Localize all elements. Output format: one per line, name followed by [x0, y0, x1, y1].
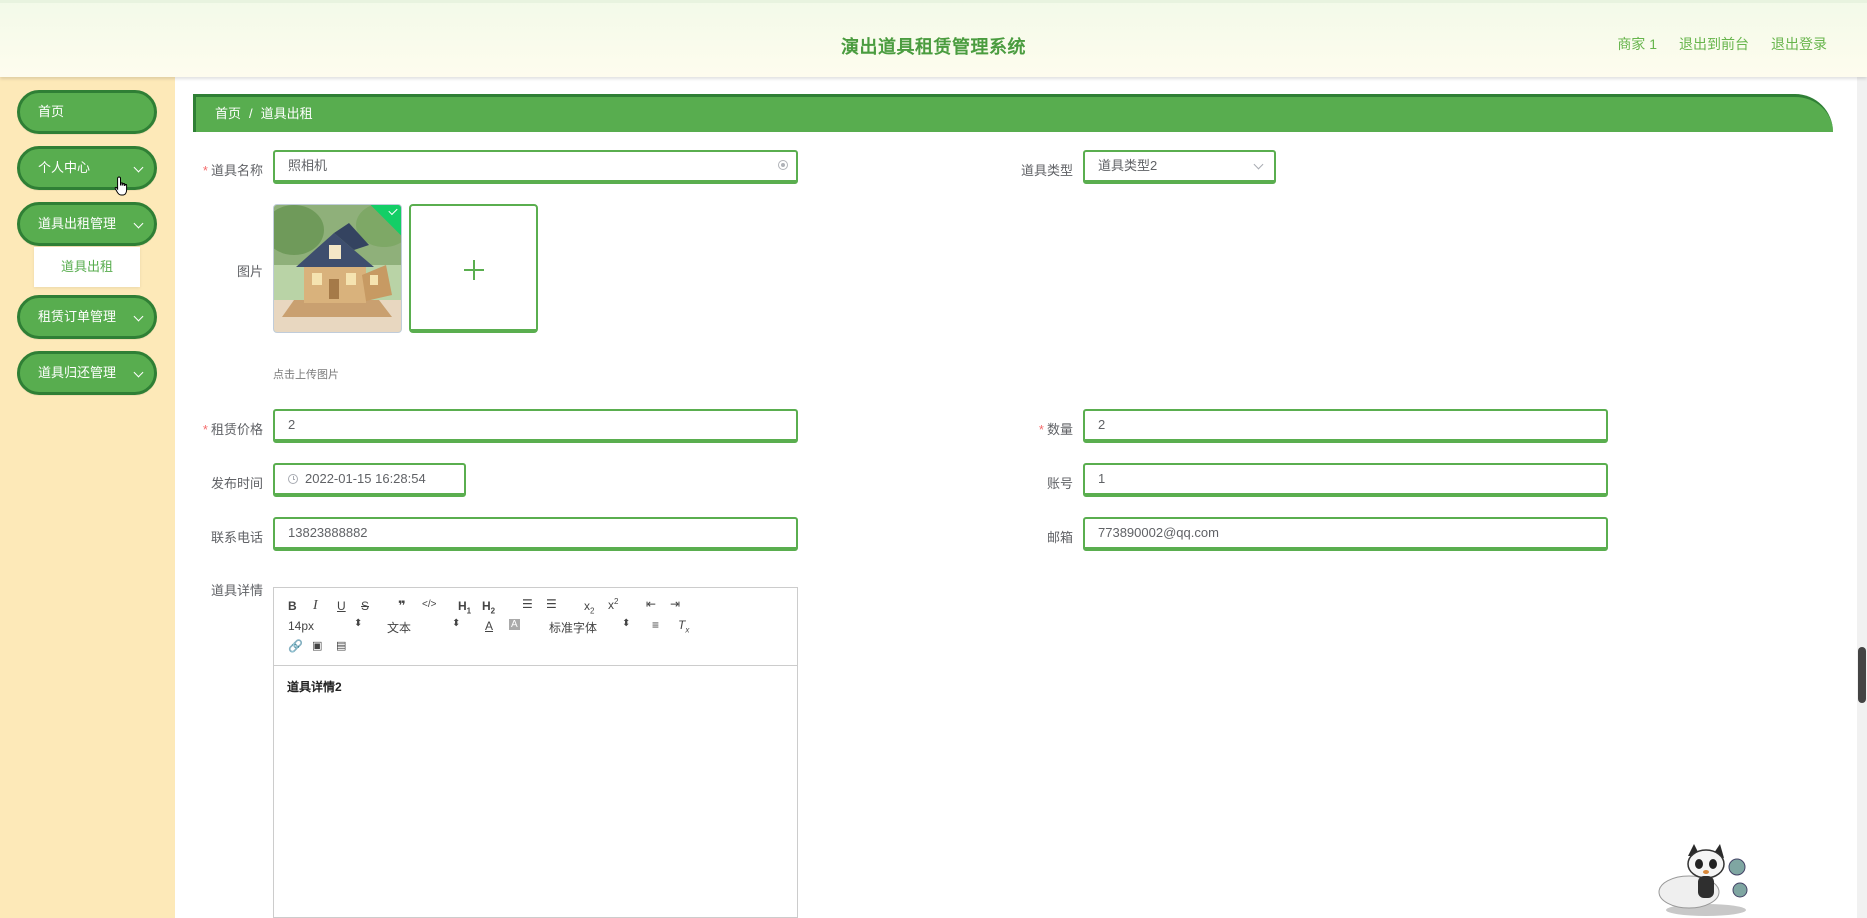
name-label: * 道具名称	[202, 163, 263, 178]
price-label: * 租赁价格	[202, 422, 263, 437]
clear-format-icon[interactable]: Tx	[678, 618, 689, 634]
align-icon[interactable]: ≡	[652, 618, 659, 632]
upload-hint: 点击上传图片	[273, 369, 339, 381]
quantity-input[interactable]	[1098, 417, 1546, 432]
back-to-front-link[interactable]: 退出到前台	[1679, 34, 1749, 54]
superscript-icon[interactable]: x2	[608, 597, 618, 612]
editor-content[interactable]: 道具详情2	[274, 666, 797, 707]
account-input[interactable]	[1098, 471, 1546, 486]
chevron-down-icon	[133, 218, 144, 229]
chevron-down-icon	[133, 162, 144, 173]
h2-icon[interactable]: H2	[482, 599, 495, 615]
prop-type-value: 道具类型2	[1098, 158, 1158, 173]
top-header: 演出道具租赁管理系统 商家 1 退出到前台 退出登录	[0, 0, 1867, 77]
background-color-icon[interactable]: A	[509, 619, 520, 630]
publish-time-picker[interactable]: 2022-01-15 16:28:54	[273, 463, 466, 497]
outdent-icon[interactable]: ⇤	[646, 597, 656, 611]
italic-icon[interactable]: I	[313, 598, 318, 614]
phone-label: 联系电话	[210, 530, 263, 545]
sort-icon: ⬍	[622, 618, 631, 629]
breadcrumb: 首页 / 道具出租	[193, 94, 1833, 132]
sidebar: 首页 个人中心 道具出租管理 租赁订单管理 道具归还管理	[0, 77, 175, 918]
clock-icon	[288, 474, 298, 484]
uploaded-image-thumbnail[interactable]	[273, 204, 402, 333]
account-field[interactable]	[1083, 463, 1608, 497]
prop-name-input[interactable]	[288, 157, 736, 172]
publish-time-label: 发布时间	[210, 476, 263, 491]
type-label: 道具类型	[1020, 163, 1073, 178]
account-label: 账号	[1046, 476, 1073, 491]
scrollbar-thumb[interactable]	[1858, 647, 1866, 703]
house-model-image	[274, 205, 401, 332]
detail-label: 道具详情	[210, 583, 263, 598]
subscript-icon[interactable]: x2	[584, 599, 594, 615]
ordered-list-icon[interactable]: ☰	[522, 597, 533, 611]
font-size-select[interactable]: 14px	[288, 619, 314, 633]
sidebar-item-home[interactable]: 首页	[17, 90, 157, 134]
rental-price-field[interactable]	[273, 409, 798, 443]
text-style-select[interactable]: 文本	[387, 619, 411, 636]
quantity-label: * 数量	[1038, 422, 1073, 437]
bullet-list-icon[interactable]: ☰	[546, 597, 557, 611]
mascot-icon	[1658, 844, 1748, 916]
hand-cursor-icon	[114, 176, 128, 196]
prop-name-field[interactable]	[273, 150, 798, 184]
sidebar-item-prop-return-management[interactable]: 道具归还管理	[17, 351, 157, 395]
clear-icon[interactable]	[778, 160, 788, 170]
page-scrollbar[interactable]	[1857, 77, 1867, 918]
quote-icon[interactable]: ❞	[398, 598, 406, 614]
strike-icon[interactable]: S	[361, 599, 369, 613]
quantity-field[interactable]	[1083, 409, 1608, 443]
sidebar-item-prop-rental-management[interactable]: 道具出租管理	[17, 202, 157, 246]
sidebar-item-label: 道具归还管理	[38, 365, 117, 380]
breadcrumb-separator: /	[249, 106, 253, 121]
sidebar-item-label: 首页	[38, 104, 65, 119]
email-input[interactable]	[1098, 525, 1546, 540]
breadcrumb-home[interactable]: 首页	[215, 106, 241, 121]
rich-text-editor[interactable]: B I U S ❞ </> H1 H2 ☰ ☰ x2 x2 ⇤ ⇥ 14px ⬍…	[273, 587, 798, 918]
sidebar-item-label: 个人中心	[38, 160, 91, 175]
font-family-select[interactable]: 标准字体	[549, 619, 597, 636]
chevron-down-icon	[133, 367, 144, 378]
header-user-links: 商家 1 退出到前台 退出登录	[1617, 34, 1827, 54]
video-icon[interactable]: ▤	[336, 639, 346, 652]
image-label: 图片	[236, 264, 263, 279]
phone-input[interactable]	[288, 525, 736, 540]
image-icon[interactable]: ▣	[312, 639, 322, 652]
font-color-icon[interactable]: A	[485, 619, 493, 633]
code-icon[interactable]: </>	[422, 599, 436, 610]
logout-link[interactable]: 退出登录	[1771, 34, 1827, 54]
bold-icon[interactable]: B	[288, 599, 297, 613]
h1-icon[interactable]: H1	[458, 599, 471, 615]
app-title: 演出道具租赁管理系统	[841, 37, 1026, 57]
sort-icon: ⬍	[452, 618, 461, 629]
chevron-down-icon	[133, 311, 144, 322]
sidebar-item-rental-order-management[interactable]: 租赁订单管理	[17, 295, 157, 339]
sidebar-subitem-prop-rental[interactable]: 道具出租	[34, 247, 140, 287]
sidebar-item-personal-center[interactable]: 个人中心	[17, 146, 157, 190]
editor-toolbar: B I U S ❞ </> H1 H2 ☰ ☰ x2 x2 ⇤ ⇥ 14px ⬍…	[274, 588, 797, 666]
link-icon[interactable]: 🔗	[288, 639, 303, 653]
phone-field[interactable]	[273, 517, 798, 551]
indent-icon[interactable]: ⇥	[670, 597, 680, 611]
email-label: 邮箱	[1046, 530, 1073, 545]
underline-icon[interactable]: U	[337, 599, 346, 613]
breadcrumb-current: 道具出租	[260, 106, 313, 121]
sort-icon: ⬍	[354, 618, 363, 629]
chevron-down-icon	[1253, 159, 1264, 170]
image-upload-button[interactable]	[409, 204, 538, 333]
email-field[interactable]	[1083, 517, 1608, 551]
current-user: 商家 1	[1617, 36, 1657, 52]
publish-time-value: 2022-01-15 16:28:54	[305, 471, 426, 486]
prop-type-select[interactable]: 道具类型2	[1083, 150, 1276, 184]
sidebar-item-label: 租赁订单管理	[38, 309, 117, 324]
rental-price-input[interactable]	[288, 417, 736, 432]
sidebar-item-label: 道具出租管理	[38, 216, 117, 231]
